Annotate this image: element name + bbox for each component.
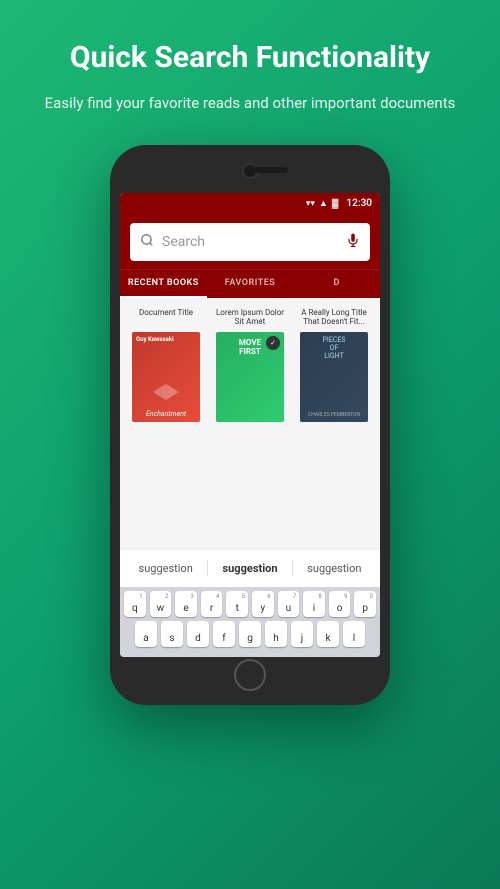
key-p[interactable]: 0p — [354, 591, 376, 617]
app-bar: Search — [120, 215, 380, 269]
search-placeholder[interactable]: Search — [162, 234, 346, 250]
subtitle: Easily find your favorite reads and othe… — [45, 92, 456, 115]
key-w[interactable]: 2w — [150, 591, 172, 617]
search-icon — [140, 232, 154, 251]
key-l[interactable]: l — [343, 621, 365, 647]
books-grid: Document Title Guy Kawasaki Enchantment … — [128, 308, 372, 422]
keyboard: 1q 2w 3e 4r 5t 6y 7u 8i 9o 0p a s d f — [120, 587, 380, 657]
key-q[interactable]: 1q — [124, 591, 146, 617]
book-cover-1: Guy Kawasaki Enchantment — [132, 332, 200, 422]
key-e[interactable]: 3e — [175, 591, 197, 617]
book-title-3: A Really Long Title That Doesn't Fit... — [296, 308, 372, 328]
book-item[interactable]: Lorem Ipsum Dolor Sit Amet ✓ MOVEFIRST — [212, 308, 288, 422]
book-cover-2: ✓ MOVEFIRST — [216, 332, 284, 422]
suggestion-divider — [207, 560, 208, 576]
keyboard-row-1: 1q 2w 3e 4r 5t 6y 7u 8i 9o 0p — [124, 591, 376, 617]
key-d[interactable]: d — [187, 621, 209, 647]
key-t[interactable]: 5t — [226, 591, 248, 617]
search-bar[interactable]: Search — [130, 223, 370, 261]
key-g[interactable]: g — [239, 621, 261, 647]
header-section: Quick Search Functionality Easily find y… — [15, 0, 486, 135]
key-i[interactable]: 8i — [303, 591, 325, 617]
status-bar: ▾▾ ▲ ▓ 12:30 — [120, 193, 380, 215]
wifi-icon: ▾▾ — [306, 199, 315, 209]
key-r[interactable]: 4r — [201, 591, 223, 617]
suggestion-1[interactable]: suggestion — [128, 560, 203, 577]
book-author-1: Guy Kawasaki — [132, 332, 200, 348]
key-s[interactable]: s — [161, 621, 183, 647]
book-cover-3: PIECESOFLIGHT CHARLES PEMBERTON — [300, 332, 368, 422]
phone-container: ▾▾ ▲ ▓ 12:30 Search — [110, 145, 390, 705]
suggestion-divider — [292, 560, 293, 576]
key-o[interactable]: 9o — [329, 591, 351, 617]
book-pieces-text: PIECESOFLIGHT — [300, 332, 368, 363]
book-title-2: Lorem Ipsum Dolor Sit Amet — [212, 308, 288, 328]
book-title-1: Document Title — [139, 308, 193, 328]
suggestion-3[interactable]: suggestion — [297, 560, 372, 577]
phone-speaker — [252, 167, 288, 173]
battery-icon: ▓ — [332, 198, 339, 209]
tab-favorites[interactable]: FAVORITES — [207, 270, 294, 298]
key-j[interactable]: j — [291, 621, 313, 647]
key-k[interactable]: k — [317, 621, 339, 647]
book-badge: ✓ — [266, 336, 280, 350]
phone-frame: ▾▾ ▲ ▓ 12:30 Search — [110, 145, 390, 705]
books-section: Document Title Guy Kawasaki Enchantment … — [120, 298, 380, 549]
phone-home-button[interactable] — [234, 659, 266, 691]
tabs-bar: RECENT BOOKS FAVORITES D — [120, 269, 380, 298]
book-item[interactable]: A Really Long Title That Doesn't Fit... … — [296, 308, 372, 422]
key-a[interactable]: a — [135, 621, 157, 647]
book-author-3: CHARLES PEMBERTON — [300, 412, 368, 418]
suggestions-bar: suggestion suggestion suggestion — [120, 549, 380, 587]
tab-recent-books[interactable]: RECENT BOOKS — [120, 270, 207, 298]
key-h[interactable]: h — [265, 621, 287, 647]
key-f[interactable]: f — [213, 621, 235, 647]
book-enchant-text: Enchantment — [132, 410, 200, 418]
status-icons: ▾▾ ▲ ▓ 12:30 — [306, 198, 372, 209]
keyboard-row-2: a s d f g h j k l — [124, 621, 376, 647]
key-u[interactable]: 7u — [278, 591, 300, 617]
key-y[interactable]: 6y — [252, 591, 274, 617]
tab-more[interactable]: D — [293, 270, 380, 298]
mic-icon[interactable] — [346, 232, 360, 251]
status-time: 12:30 — [346, 198, 372, 209]
phone-screen: ▾▾ ▲ ▓ 12:30 Search — [120, 193, 380, 657]
signal-icon: ▲ — [319, 198, 328, 209]
book-item[interactable]: Document Title Guy Kawasaki Enchantment — [128, 308, 204, 422]
suggestion-2[interactable]: suggestion — [212, 560, 287, 577]
main-title: Quick Search Functionality — [45, 40, 456, 76]
